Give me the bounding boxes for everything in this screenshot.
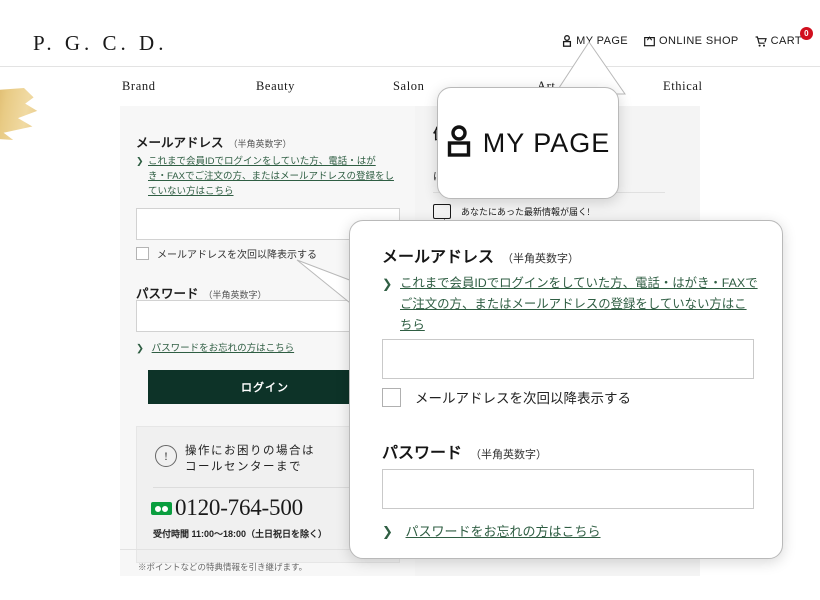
nav-item-ethical[interactable]: Ethical [663, 79, 703, 94]
remember-email-checkbox[interactable] [136, 247, 149, 260]
callout-email-help-label: これまで会員IDでログインをしていた方、電話・はがき・FAXでご注文の方、または… [400, 276, 758, 332]
mypage-zoom-callout: MY PAGE [437, 87, 619, 199]
callout-password-label: パスワード （半角英数字） [382, 445, 548, 462]
benefits-item-label: あなたにあった最新情報が届く! [461, 207, 590, 217]
callout-remember-checkbox[interactable] [382, 387, 401, 407]
remember-email-row[interactable]: メールアドレスを次回以降表示する [136, 246, 317, 261]
callout-email-help-link[interactable]: ❯ これまで会員IDでログインをしていた方、電話・はがき・FAXでご注文の方、ま… [382, 273, 758, 336]
forgot-password-label: パスワードをお忘れの方はこちら [151, 343, 295, 354]
remember-email-label: メールアドレスを次回以降表示する [157, 250, 317, 261]
global-navigation: Brand Beauty Salon Art Ethical [0, 66, 820, 107]
person-icon [446, 124, 472, 162]
email-help-link[interactable]: ❯ これまで会員IDでログインをしていた方、電話・はがき・FAXでご注文の方、ま… [136, 154, 394, 199]
callout-forgot-password-label: パスワードをお忘れの方はこちら [405, 524, 601, 539]
call-center-hours: 受付時間 11:00〜18:00（土日祝日を除く） [153, 529, 328, 539]
benefits-item: あなたにあった最新情報が届く! [433, 204, 590, 224]
header-cart-link[interactable]: CART 0 [755, 27, 813, 47]
header-online-shop-link[interactable]: ONLINE SHOP [644, 35, 739, 47]
page-root: P. G. C. D. MY PAGE ONLINE SHOP CART 0 B… [0, 0, 820, 600]
nav-item-salon[interactable]: Salon [393, 79, 424, 94]
chat-bubble-icon [433, 204, 451, 224]
call-center-phone-number: 0120-764-500 [175, 495, 303, 520]
login-button[interactable]: ログイン [148, 370, 382, 404]
mypage-zoom-content: MY PAGE [438, 88, 618, 198]
callout-remember-row[interactable]: メールアドレスを次回以降表示する [382, 387, 631, 407]
nav-item-brand[interactable]: Brand [122, 79, 156, 94]
cart-icon [755, 35, 767, 47]
callout-email-input[interactable] [382, 339, 754, 379]
site-header: P. G. C. D. MY PAGE ONLINE SHOP CART 0 [0, 0, 820, 66]
cart-count-badge: 0 [800, 27, 813, 40]
email-label: メールアドレス （半角英数字） [136, 136, 292, 150]
help-box-heading: ! 操作にお困りの場合は コールセンターまで [155, 443, 315, 475]
callout-password-input[interactable] [382, 469, 754, 509]
chevron-right-icon: ❯ [136, 343, 144, 354]
callout-remember-label: メールアドレスを次回以降表示する [415, 391, 631, 406]
chevron-right-icon: ❯ [136, 156, 144, 166]
header-online-shop-label: ONLINE SHOP [659, 35, 739, 47]
mypage-zoom-label: MY PAGE [482, 127, 611, 158]
exclamation-circle-icon: ! [155, 445, 177, 467]
call-center-phone[interactable]: 0120-764-500 [151, 495, 303, 521]
bag-icon [644, 35, 655, 47]
form-zoom-callout: メールアドレス （半角英数字） ❯ これまで会員IDでログインをしていた方、電話・… [349, 220, 783, 559]
email-help-link-label: これまで会員IDでログインをしていた方、電話・はがき・FAXでご注文の方、または… [148, 156, 394, 197]
help-box-title: 操作にお困りの場合は コールセンターまで [185, 445, 315, 473]
forgot-password-link[interactable]: ❯ パスワードをお忘れの方はこちら [136, 340, 294, 354]
site-logo[interactable]: P. G. C. D. [33, 31, 167, 56]
nav-item-beauty[interactable]: Beauty [256, 79, 295, 94]
chevron-right-icon: ❯ [382, 277, 393, 291]
callout-forgot-password-link[interactable]: ❯ パスワードをお忘れの方はこちら [382, 521, 601, 540]
callout-email-label: メールアドレス （半角英数字） [382, 249, 580, 266]
chevron-right-icon: ❯ [382, 524, 393, 539]
freedial-icon [151, 501, 172, 515]
header-cart-label: CART [770, 35, 802, 47]
points-footnote: ※ポイントなどの特典情報を引き継げます。 [138, 562, 308, 572]
